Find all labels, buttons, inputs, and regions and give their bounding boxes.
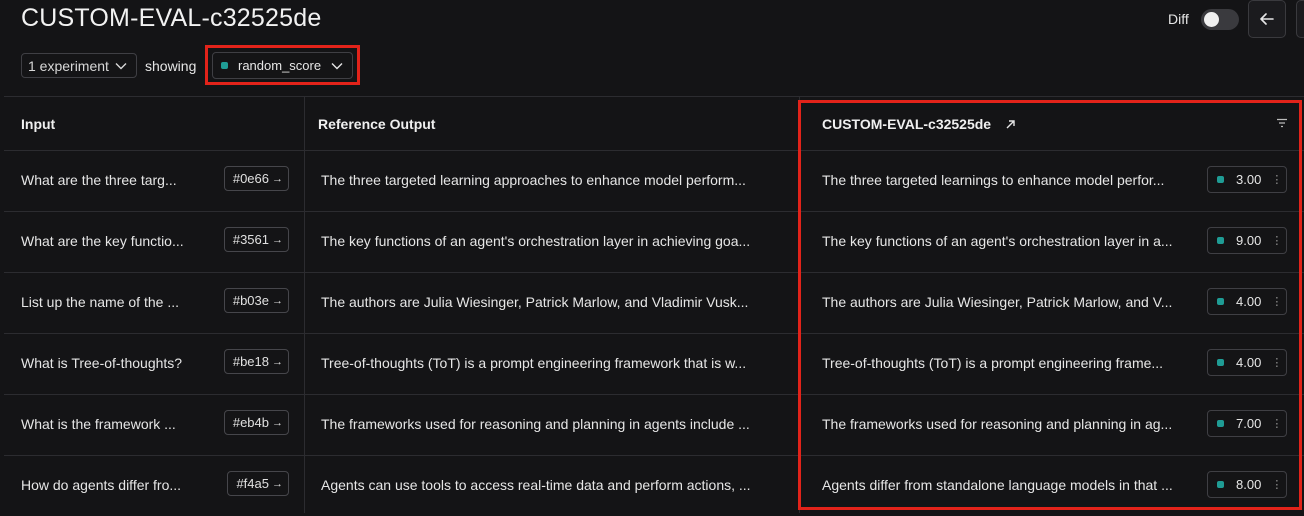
example-id-link[interactable]: #eb4b →: [223, 410, 289, 435]
score-select-label: random_score: [238, 58, 322, 73]
reference-output-cell: Agents can use tools to access real-time…: [321, 477, 751, 493]
score-badge[interactable]: 4.00 ⋮: [1207, 288, 1287, 315]
score-select[interactable]: random_score: [212, 52, 353, 79]
chevron-down-icon: [115, 62, 127, 69]
example-id: #b03e: [232, 293, 269, 308]
arrow-left-icon: [1260, 13, 1274, 25]
score-badge[interactable]: 4.00 ⋮: [1207, 349, 1287, 376]
experiment-output-cell: Agents differ from standalone language m…: [822, 477, 1173, 493]
column-header-reference: Reference Output: [318, 116, 436, 132]
score-color-dot: [1217, 359, 1224, 366]
score-value: 4.00: [1236, 294, 1262, 309]
example-id: #be18: [232, 354, 269, 369]
score-color-dot: [1217, 176, 1224, 183]
experiment-output-cell: The authors are Julia Wiesinger, Patrick…: [822, 294, 1173, 310]
score-color-dot: [1217, 481, 1224, 488]
table-row[interactable]: What is the framework ... #eb4b → The fra…: [4, 394, 1304, 456]
experiment-output-cell: The frameworks used for reasoning and pl…: [822, 416, 1173, 432]
score-value: 9.00: [1236, 233, 1262, 248]
toggle-knob: [1204, 12, 1219, 27]
score-value: 4.00: [1236, 355, 1262, 370]
reference-output-cell: The frameworks used for reasoning and pl…: [321, 416, 750, 432]
chevron-down-icon: [331, 62, 343, 69]
score-color-dot: [221, 62, 228, 69]
input-cell: What are the key functio...: [21, 233, 184, 249]
column-header-input: Input: [21, 116, 56, 132]
example-id-link[interactable]: #be18 →: [223, 349, 289, 374]
experiment-select-label: 1 experiment: [28, 57, 109, 74]
arrow-right-icon: →: [272, 294, 283, 307]
arrow-right-icon: →: [272, 477, 283, 490]
example-id-link[interactable]: #f4a5 →: [227, 471, 289, 496]
input-cell: What is the framework ...: [21, 416, 176, 432]
arrow-right-icon: →: [272, 355, 283, 368]
experiment-table: Input Reference Output CUSTOM-EVAL-c3252…: [4, 96, 1304, 513]
input-cell: List up the name of the ...: [21, 294, 179, 310]
experiment-column-title: CUSTOM-EVAL-c32525de: [822, 116, 992, 132]
external-link-icon[interactable]: [1005, 119, 1016, 130]
more-vertical-icon[interactable]: ⋮: [1271, 173, 1282, 186]
reference-output-cell: The three targeted learning approaches t…: [321, 172, 746, 188]
table-row[interactable]: List up the name of the ... #b03e → The a…: [4, 272, 1304, 334]
more-vertical-icon[interactable]: ⋮: [1271, 295, 1282, 308]
score-badge[interactable]: 8.00 ⋮: [1207, 471, 1287, 498]
input-cell: How do agents differ fro...: [21, 477, 182, 493]
example-id: #eb4b: [232, 415, 269, 430]
overflow-button[interactable]: [1296, 0, 1304, 38]
example-id-link[interactable]: #b03e →: [223, 288, 289, 313]
score-badge[interactable]: 9.00 ⋮: [1207, 227, 1287, 254]
diff-label: Diff: [1168, 11, 1189, 27]
example-id: #f4a5: [236, 476, 269, 491]
experiment-output-cell: Tree-of-thoughts (ToT) is a prompt engin…: [822, 355, 1164, 371]
score-color-dot: [1217, 237, 1224, 244]
score-value: 7.00: [1236, 416, 1262, 431]
showing-label: showing: [145, 58, 197, 74]
example-id-link[interactable]: #0e66 →: [223, 166, 289, 191]
input-cell: What is Tree-of-thoughts?: [21, 355, 183, 371]
example-id: #0e66: [232, 171, 269, 186]
experiment-output-cell: The three targeted learnings to enhance …: [822, 172, 1165, 188]
table-header: Input Reference Output CUSTOM-EVAL-c3252…: [4, 97, 1304, 151]
arrow-right-icon: →: [272, 416, 283, 429]
input-cell: What are the three targ...: [21, 172, 177, 188]
more-vertical-icon[interactable]: ⋮: [1271, 234, 1282, 247]
reference-output-cell: The authors are Julia Wiesinger, Patrick…: [321, 294, 749, 310]
example-id: #3561: [232, 232, 269, 247]
score-color-dot: [1217, 298, 1224, 305]
page-title: CUSTOM-EVAL-c32525de: [21, 4, 322, 32]
table-row[interactable]: What is Tree-of-thoughts? #be18 → Tree-of…: [4, 333, 1304, 395]
filter-icon[interactable]: [1276, 118, 1288, 128]
score-badge[interactable]: 7.00 ⋮: [1207, 410, 1287, 437]
column-header-experiment[interactable]: CUSTOM-EVAL-c32525de: [822, 116, 1016, 132]
more-vertical-icon[interactable]: ⋮: [1271, 478, 1282, 491]
table-row[interactable]: What are the key functio... #3561 → The k…: [4, 211, 1304, 273]
arrow-right-icon: →: [272, 233, 283, 246]
table-row[interactable]: How do agents differ fro... #f4a5 → Agent…: [4, 455, 1304, 516]
score-badge[interactable]: 3.00 ⋮: [1207, 166, 1287, 193]
table-row[interactable]: What are the three targ... #0e66 → The th…: [4, 150, 1304, 212]
arrow-right-icon: →: [272, 172, 283, 185]
more-vertical-icon[interactable]: ⋮: [1271, 356, 1282, 369]
experiment-select[interactable]: 1 experiment: [21, 53, 137, 78]
score-value: 3.00: [1236, 172, 1262, 187]
back-button[interactable]: [1248, 0, 1286, 38]
score-color-dot: [1217, 420, 1224, 427]
score-value: 8.00: [1236, 477, 1262, 492]
example-id-link[interactable]: #3561 →: [223, 227, 289, 252]
more-vertical-icon[interactable]: ⋮: [1271, 417, 1282, 430]
experiment-output-cell: The key functions of an agent's orchestr…: [822, 233, 1173, 249]
reference-output-cell: Tree-of-thoughts (ToT) is a prompt engin…: [321, 355, 747, 371]
diff-toggle[interactable]: [1201, 9, 1239, 30]
reference-output-cell: The key functions of an agent's orchestr…: [321, 233, 751, 249]
